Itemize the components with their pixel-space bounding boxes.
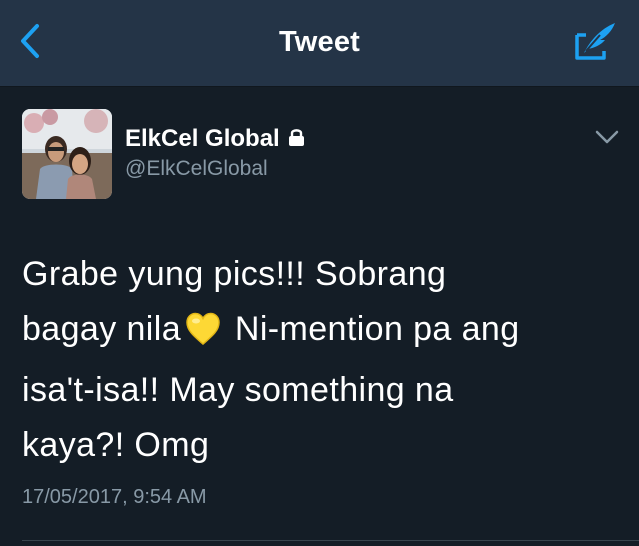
tweet-text-segment: isa't-isa!! May something na [22,371,454,409]
yellow-heart-emoji-icon [185,308,221,363]
tweet-text-line: isa't-isa!! May something na [22,363,622,418]
tweet-text-line: Grabe yung pics!!! Sobrang [22,247,622,302]
compose-tweet-button[interactable] [573,22,619,64]
tweet-text-segment: kaya?! Omg [22,426,210,464]
page-title: Tweet [278,26,361,58]
tweet-text-segment: bagay nila [22,310,182,348]
avatar[interactable] [22,109,112,199]
compose-feather-icon [574,21,618,66]
lock-icon [288,127,305,152]
tweet-text: Grabe yung pics!!! Sobrang bagay nila Ni… [22,247,622,473]
tweet-menu-button[interactable] [593,129,621,149]
author-name-row[interactable]: ElkCel Global [125,125,305,153]
display-name: ElkCel Global [125,125,280,152]
tweet-text-segment: Ni-mention pa ang [234,310,520,348]
chevron-down-icon [594,129,620,150]
divider [22,540,639,541]
tweet-detail: ElkCel Global @ElkCelGlobal Grabe yung p… [0,87,639,546]
tweet-text-line: kaya?! Omg [22,418,622,473]
tweet-text-segment: Grabe yung pics!!! Sobrang [22,255,447,293]
user-handle[interactable]: @ElkCelGlobal [125,157,268,181]
tweet-text-line: bagay nila Ni-mention pa ang [22,302,622,363]
top-nav-bar: Tweet [0,0,639,87]
tweet-timestamp[interactable]: 17/05/2017, 9:54 AM [22,486,207,509]
